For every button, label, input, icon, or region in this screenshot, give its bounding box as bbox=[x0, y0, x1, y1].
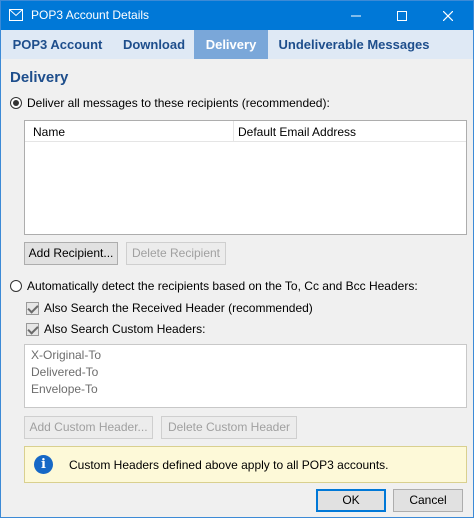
tab-bar: POP3 Account Download Delivery Undeliver… bbox=[1, 30, 473, 59]
delete-recipient-button[interactable]: Delete Recipient bbox=[126, 242, 226, 265]
title-bar[interactable]: POP3 Account Details bbox=[1, 1, 473, 30]
recipients-list-header: Name Default Email Address bbox=[25, 121, 466, 142]
deliver-to-recipients-label[interactable]: Deliver all messages to these recipients… bbox=[27, 96, 330, 110]
search-received-header-checkbox[interactable] bbox=[26, 302, 39, 315]
maximize-button[interactable] bbox=[379, 1, 425, 30]
column-header-name[interactable]: Name bbox=[33, 125, 65, 139]
cancel-button[interactable]: Cancel bbox=[393, 489, 463, 512]
close-icon bbox=[443, 10, 453, 21]
minimize-button[interactable] bbox=[333, 1, 379, 30]
delete-custom-header-button[interactable]: Delete Custom Header bbox=[161, 416, 297, 439]
info-message: Custom Headers defined above apply to al… bbox=[69, 458, 389, 472]
deliver-to-recipients-radio[interactable] bbox=[10, 97, 22, 109]
column-divider[interactable] bbox=[233, 121, 234, 142]
custom-header-item: X-Original-To bbox=[31, 348, 102, 362]
close-button[interactable] bbox=[425, 1, 471, 30]
add-recipient-button[interactable]: Add Recipient... bbox=[24, 242, 118, 265]
info-icon: i bbox=[34, 455, 53, 474]
mail-icon bbox=[9, 9, 23, 21]
tab-pop3-account[interactable]: POP3 Account bbox=[1, 30, 114, 59]
custom-headers-textarea[interactable]: X-Original-To Delivered-To Envelope-To bbox=[24, 344, 467, 408]
auto-detect-recipients-radio[interactable] bbox=[10, 280, 22, 292]
maximize-icon bbox=[397, 10, 407, 21]
tab-download[interactable]: Download bbox=[114, 30, 194, 59]
pop3-account-details-dialog: POP3 Account Details POP3 Account Downlo… bbox=[0, 0, 474, 518]
tab-delivery[interactable]: Delivery bbox=[194, 30, 268, 59]
search-custom-headers-checkbox[interactable] bbox=[26, 323, 39, 336]
recipients-list[interactable]: Name Default Email Address bbox=[24, 120, 467, 235]
ok-button[interactable]: OK bbox=[316, 489, 386, 512]
search-received-header-label[interactable]: Also Search the Received Header (recomme… bbox=[44, 301, 313, 315]
add-custom-header-button[interactable]: Add Custom Header... bbox=[24, 416, 153, 439]
tab-undeliverable-messages[interactable]: Undeliverable Messages bbox=[268, 30, 440, 59]
section-title: Delivery bbox=[10, 69, 69, 86]
custom-header-item: Envelope-To bbox=[31, 382, 98, 396]
window-title: POP3 Account Details bbox=[31, 8, 150, 22]
auto-detect-recipients-label[interactable]: Automatically detect the recipients base… bbox=[27, 279, 418, 293]
search-custom-headers-label[interactable]: Also Search Custom Headers: bbox=[44, 322, 205, 336]
minimize-icon bbox=[351, 15, 361, 16]
column-header-email[interactable]: Default Email Address bbox=[238, 125, 356, 139]
info-banner: i Custom Headers defined above apply to … bbox=[24, 446, 467, 483]
custom-header-item: Delivered-To bbox=[31, 365, 99, 379]
